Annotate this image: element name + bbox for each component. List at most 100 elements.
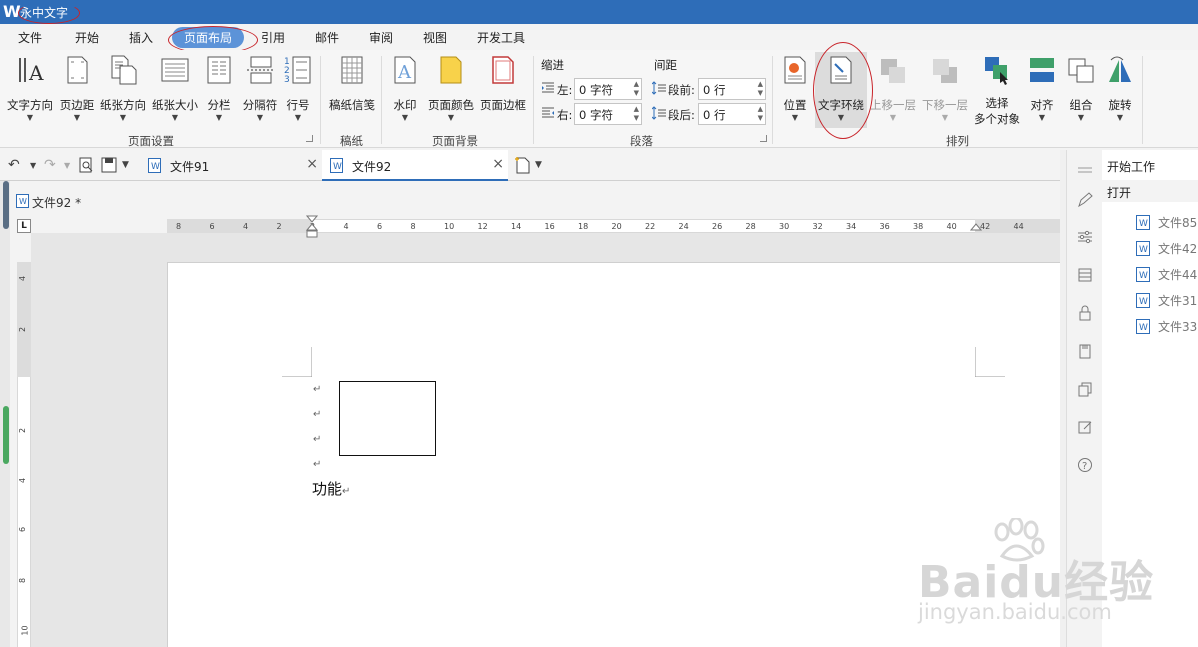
new-document-dropdown-icon[interactable]: ▼	[535, 160, 542, 170]
breaks-button[interactable]: 分隔符 ▼	[240, 54, 280, 123]
page-color-button[interactable]: 页面颜色 ▼	[426, 54, 476, 123]
ruler-tick-label: 6	[18, 526, 28, 533]
tab-file91[interactable]: W 文件91 ×	[140, 150, 322, 181]
new-document-icon[interactable]	[514, 156, 532, 174]
ruler-margin-left	[167, 219, 311, 233]
spinner-arrows-icon[interactable]: ▲ ▼	[758, 80, 763, 98]
columns-label: 分栏	[207, 98, 231, 112]
tab-file92[interactable]: W 文件92 ×	[322, 150, 508, 181]
margins-button[interactable]: 页边距 ▼	[57, 54, 97, 123]
redo-icon[interactable]: ↷	[44, 157, 56, 173]
text-box-shape[interactable]	[339, 381, 436, 456]
align-button[interactable]: 对齐 ▼	[1027, 54, 1057, 123]
copy-icon[interactable]	[1077, 381, 1093, 397]
paragraph-dialog-launcher-icon[interactable]	[760, 135, 767, 142]
page-setup-dialog-launcher-icon[interactable]	[306, 135, 313, 142]
position-button[interactable]: 位置 ▼	[780, 54, 810, 123]
manuscript-button[interactable]: 稿纸信笺	[327, 54, 377, 113]
indent-left-value: 0 字符	[579, 83, 613, 97]
recent-file-label: 文件85	[1158, 216, 1198, 230]
nav-handle-green[interactable]	[3, 406, 9, 464]
menu-home[interactable]: 开始	[75, 29, 99, 46]
svg-text:W: W	[151, 162, 160, 172]
styles-icon[interactable]	[1077, 267, 1093, 283]
dropdown-arrow-icon: ▼	[294, 113, 302, 122]
bring-forward-button[interactable]: 上移一层 ▼	[868, 54, 918, 123]
svg-text:A: A	[397, 62, 412, 83]
dropdown-arrow-icon: ▼	[791, 113, 799, 122]
menu-view[interactable]: 视图	[423, 29, 447, 46]
customize-toolbar-icon[interactable]: ▼	[122, 160, 129, 170]
menu-references[interactable]: 引用	[261, 29, 285, 46]
close-tab-icon[interactable]: ×	[492, 156, 504, 172]
select-objects-label-1: 选择	[985, 96, 1009, 110]
ruler-tick-label: 20	[611, 222, 622, 231]
indent-left-field[interactable]: 0 字符 ▲ ▼	[574, 78, 642, 100]
paper-size-button[interactable]: 纸张大小 ▼	[150, 54, 200, 123]
ruler-tick-label: 34	[846, 222, 857, 231]
menu-review[interactable]: 审阅	[369, 29, 393, 46]
spinner-arrows-icon[interactable]: ▲ ▼	[758, 105, 763, 123]
help-icon[interactable]: ?	[1077, 457, 1093, 473]
indent-marker-icon[interactable]	[306, 215, 318, 239]
page-border-button[interactable]: 页面边框	[478, 54, 528, 113]
send-backward-button[interactable]: 下移一层 ▼	[920, 54, 970, 123]
line-numbers-icon: 123	[284, 56, 311, 85]
ruler-tick-label: 10	[444, 222, 455, 231]
text-direction-button[interactable]: A 文字方向 ▼	[5, 54, 55, 123]
paper-size-icon	[161, 58, 189, 82]
settings-sliders-icon[interactable]	[1077, 229, 1093, 245]
watermark-button[interactable]: A 水印 ▼	[388, 54, 422, 123]
bring-forward-icon	[881, 59, 905, 83]
clipboard-icon[interactable]	[1077, 343, 1093, 359]
ruler-tick-label: 8	[176, 222, 182, 231]
indent-right-field[interactable]: 0 字符 ▲ ▼	[574, 103, 642, 125]
spinner-arrows-icon[interactable]: ▲ ▼	[634, 105, 639, 123]
group-separator	[1142, 56, 1143, 144]
space-before-field[interactable]: 0 行 ▲ ▼	[698, 78, 766, 100]
group-label: 组合	[1069, 98, 1093, 112]
pencil-icon[interactable]	[1077, 192, 1093, 208]
columns-icon	[207, 56, 231, 84]
line-numbers-button[interactable]: 123 行号 ▼	[283, 54, 313, 123]
left-navigation-strip	[0, 181, 10, 647]
bring-forward-label: 上移一层	[870, 98, 916, 112]
select-objects-button[interactable]: 选择 多个对象	[972, 54, 1022, 127]
undo-icon[interactable]: ↶	[8, 157, 20, 173]
collapse-panel-icon[interactable]	[1077, 162, 1093, 178]
orientation-button[interactable]: 纸张方向 ▼	[98, 54, 148, 123]
right-indent-marker-icon[interactable]	[970, 223, 982, 231]
ruler-tick-label: 18	[578, 222, 589, 231]
spinner-arrows-icon[interactable]: ▲ ▼	[634, 80, 639, 98]
edit-icon[interactable]	[1077, 419, 1093, 435]
ruler-tick-label: 4	[18, 477, 28, 484]
nav-handle-top[interactable]	[3, 181, 9, 229]
close-tab-icon[interactable]: ×	[306, 156, 318, 172]
menu-insert[interactable]: 插入	[129, 29, 153, 46]
menu-mailings[interactable]: 邮件	[315, 29, 339, 46]
open-section[interactable]: 打开	[1102, 180, 1198, 202]
rotate-button[interactable]: 旋转 ▼	[1105, 54, 1135, 123]
lock-icon[interactable]	[1077, 305, 1093, 321]
group-label-arrange: 排列	[946, 134, 969, 148]
redo-dropdown-icon[interactable]: ▼	[64, 161, 70, 170]
document-icon: W	[16, 194, 29, 208]
group-button[interactable]: 组合 ▼	[1066, 54, 1096, 123]
group-separator	[533, 56, 534, 144]
ruler-tick-label: 44	[1013, 222, 1024, 231]
space-after-field[interactable]: 0 行 ▲ ▼	[698, 103, 766, 125]
save-icon[interactable]	[101, 157, 117, 173]
menu-developer[interactable]: 开发工具	[477, 29, 525, 46]
print-preview-icon[interactable]	[78, 157, 94, 173]
columns-button[interactable]: 分栏 ▼	[204, 54, 234, 123]
body-paragraph[interactable]: 功能↵	[312, 478, 350, 499]
menu-file[interactable]: 文件	[18, 29, 42, 46]
ruler-tick-label: 12	[477, 222, 488, 231]
undo-dropdown-icon[interactable]: ▼	[30, 161, 36, 170]
dropdown-arrow-icon: ▼	[26, 113, 34, 122]
paragraph-mark: ↵	[313, 434, 322, 445]
tab-stop-selector[interactable]: L	[17, 219, 31, 233]
indent-left-label: 左:	[557, 83, 573, 97]
svg-text:W: W	[1139, 219, 1148, 229]
group-label-page-setup: 页面设置	[128, 134, 174, 148]
